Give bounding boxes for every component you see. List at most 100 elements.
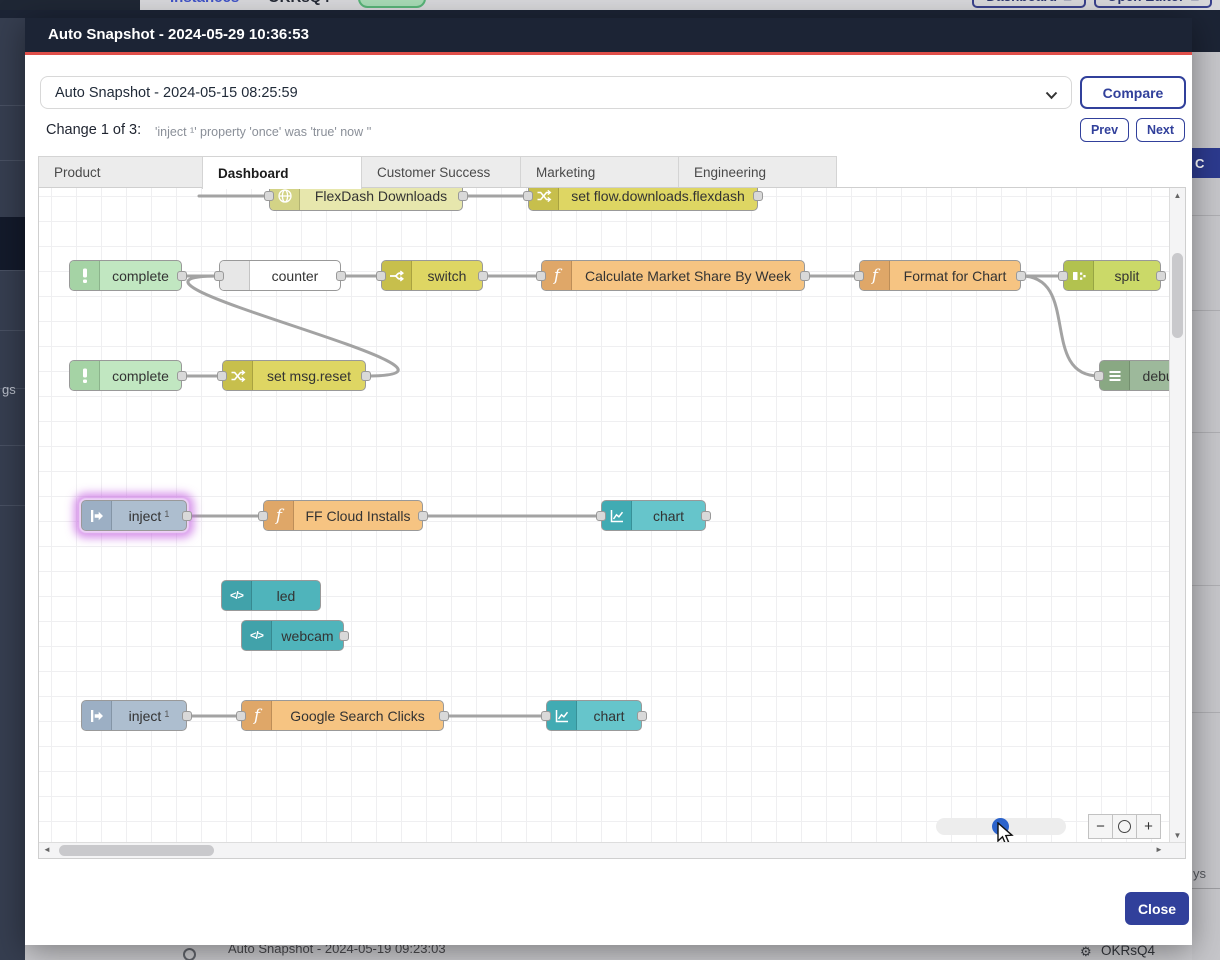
node-inject-1[interactable]: inject1 bbox=[81, 500, 187, 531]
input-port bbox=[1058, 271, 1068, 281]
node-set-flow-downloads-flexdash[interactable]: set flow.downloads.flexdash bbox=[528, 188, 758, 211]
next-button[interactable]: Next bbox=[1136, 118, 1185, 142]
nav-breadcrumb-instances[interactable]: Instances bbox=[170, 0, 239, 6]
snapshot-list-item[interactable]: Auto Snapshot - 2024-05-19 09:23:03 bbox=[228, 945, 446, 956]
node-ff-cloud-installs[interactable]: fFF Cloud Installs bbox=[263, 500, 423, 531]
node-split[interactable]: split bbox=[1063, 260, 1161, 291]
output-port bbox=[339, 631, 349, 641]
flow-wire bbox=[1021, 276, 1099, 376]
close-button[interactable]: Close bbox=[1125, 892, 1189, 925]
compare-button[interactable]: Compare bbox=[1080, 76, 1186, 109]
input-port bbox=[523, 191, 533, 201]
node-chart-2[interactable]: chart bbox=[546, 700, 642, 731]
node-label: inject1 bbox=[112, 501, 186, 530]
node-led[interactable]: </>led bbox=[221, 580, 321, 611]
output-port bbox=[418, 511, 428, 521]
node-counter[interactable]: counter bbox=[219, 260, 341, 291]
dashboard-button[interactable]: Dashboard ⧉ bbox=[972, 0, 1086, 8]
node-label: set flow.downloads.flexdash bbox=[559, 188, 757, 210]
node-format-for-chart[interactable]: fFormat for Chart bbox=[859, 260, 1021, 291]
node-set-msg-reset[interactable]: set msg.reset bbox=[222, 360, 366, 391]
input-port bbox=[214, 271, 224, 281]
nav-breadcrumb-project: OKRsQ4 bbox=[268, 0, 330, 6]
prev-button[interactable]: Prev bbox=[1080, 118, 1129, 142]
zoom-out-button[interactable]: − bbox=[1088, 814, 1113, 839]
change-icon bbox=[223, 361, 253, 390]
node-label: debug bbox=[1130, 361, 1169, 390]
status-badge bbox=[358, 0, 426, 8]
output-port bbox=[336, 271, 346, 281]
output-port bbox=[182, 711, 192, 721]
node-label: led bbox=[252, 581, 320, 610]
inject-arrow-icon bbox=[82, 701, 112, 730]
output-port bbox=[439, 711, 449, 721]
vertical-scrollbar[interactable]: ▲ ▼ bbox=[1169, 188, 1185, 843]
app-sidebar: gs bbox=[0, 18, 25, 960]
debug-icon bbox=[1100, 361, 1130, 390]
create-snapshot-button-fragment[interactable]: C bbox=[1192, 148, 1220, 178]
svg-text:f: f bbox=[275, 506, 285, 525]
node-google-search-clicks[interactable]: fGoogle Search Clicks bbox=[241, 700, 444, 731]
node-label: set msg.reset bbox=[253, 361, 365, 390]
node-complete-1[interactable]: complete bbox=[69, 260, 182, 291]
output-port bbox=[800, 271, 810, 281]
flow-canvas[interactable]: − + FlexDash Downloads set flow.downloads… bbox=[39, 188, 1169, 842]
tab-engineering[interactable]: Engineering bbox=[678, 156, 837, 188]
zoom-slider[interactable] bbox=[936, 818, 1066, 835]
chart-line-icon bbox=[602, 501, 632, 530]
scroll-up-arrow[interactable]: ▲ bbox=[1170, 191, 1185, 200]
input-port bbox=[596, 511, 606, 521]
split-icon bbox=[1064, 261, 1094, 290]
output-port bbox=[1016, 271, 1026, 281]
input-port bbox=[264, 191, 274, 201]
function-icon: f bbox=[860, 261, 890, 290]
zoom-controls: − + bbox=[1089, 814, 1161, 839]
input-port bbox=[376, 271, 386, 281]
horizontal-scroll-thumb[interactable] bbox=[59, 845, 214, 856]
scroll-left-arrow[interactable]: ◄ bbox=[43, 845, 51, 854]
modal-accent-line bbox=[25, 52, 1192, 55]
node-label: webcam bbox=[272, 621, 343, 650]
function-icon: f bbox=[242, 701, 272, 730]
modal-title: Auto Snapshot - 2024-05-29 10:36:53 bbox=[48, 18, 309, 52]
node-label: inject1 bbox=[112, 701, 186, 730]
node-inject-2[interactable]: inject1 bbox=[81, 700, 187, 731]
clock-icon bbox=[183, 948, 196, 960]
node-label: complete bbox=[100, 361, 181, 390]
zoom-slider-thumb[interactable] bbox=[992, 818, 1009, 835]
output-port bbox=[458, 191, 468, 201]
scroll-down-arrow[interactable]: ▼ bbox=[1170, 831, 1185, 840]
zoom-reset-icon bbox=[1118, 820, 1131, 833]
page-bottom-strip: Auto Snapshot - 2024-05-19 09:23:03 ⚙ OK… bbox=[25, 945, 1192, 960]
node-switch[interactable]: switch bbox=[381, 260, 483, 291]
horizontal-scrollbar[interactable]: ◄ ► bbox=[39, 842, 1185, 858]
sidebar-item-label-fragment[interactable]: gs bbox=[2, 382, 16, 397]
tab-customer-success[interactable]: Customer Success bbox=[361, 156, 521, 188]
snapshot-select[interactable]: Auto Snapshot - 2024-05-15 08:25:59 bbox=[40, 76, 1072, 109]
scroll-right-arrow[interactable]: ► bbox=[1155, 845, 1163, 854]
node-webcam[interactable]: </>webcam bbox=[241, 620, 344, 651]
node-debug[interactable]: debug bbox=[1099, 360, 1169, 391]
change-counter-label: Change 1 of 3: bbox=[46, 122, 141, 138]
tab-marketing[interactable]: Marketing bbox=[520, 156, 679, 188]
node-chart-1[interactable]: chart bbox=[601, 500, 706, 531]
output-port bbox=[182, 511, 192, 521]
exclamation-icon bbox=[70, 261, 100, 290]
zoom-reset-button[interactable] bbox=[1112, 814, 1137, 839]
globe-icon bbox=[270, 188, 300, 210]
sidebar-active-item[interactable] bbox=[0, 217, 25, 270]
zoom-in-button[interactable]: + bbox=[1136, 814, 1161, 839]
input-port bbox=[541, 711, 551, 721]
tab-product[interactable]: Product bbox=[38, 156, 203, 188]
node-calculate-market-share[interactable]: fCalculate Market Share By Week bbox=[541, 260, 805, 291]
open-editor-button[interactable]: Open Editor ⧉ bbox=[1094, 0, 1212, 8]
node-complete-2[interactable]: complete bbox=[69, 360, 182, 391]
node-label: chart bbox=[577, 701, 641, 730]
code-icon: </> bbox=[242, 621, 272, 650]
node-flexdash-downloads[interactable]: FlexDash Downloads bbox=[269, 188, 463, 211]
vertical-scroll-thumb[interactable] bbox=[1172, 253, 1183, 338]
svg-text:f: f bbox=[871, 266, 881, 285]
node-label: switch bbox=[412, 261, 482, 290]
input-port bbox=[854, 271, 864, 281]
tab-dashboard[interactable]: Dashboard bbox=[202, 156, 362, 189]
